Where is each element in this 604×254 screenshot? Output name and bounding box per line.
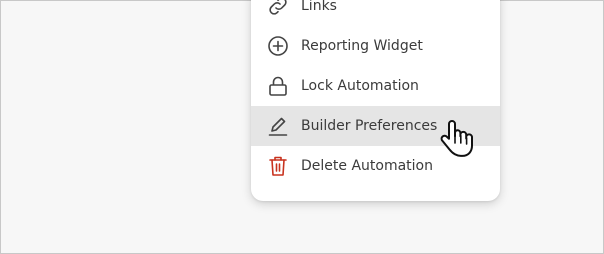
- menu-item-label: Links: [301, 0, 337, 14]
- menu-item-label: Delete Automation: [301, 158, 433, 174]
- menu-item-reporting-widget[interactable]: Reporting Widget: [251, 26, 500, 66]
- menu-item-label: Builder Preferences: [301, 118, 438, 134]
- menu-item-lock-automation[interactable]: Lock Automation: [251, 66, 500, 106]
- trash-icon: [266, 154, 290, 178]
- link-icon: [266, 0, 290, 18]
- menu-item-label: Lock Automation: [301, 78, 419, 94]
- pencil-icon: [266, 114, 290, 138]
- menu-item-label: Reporting Widget: [301, 38, 423, 54]
- menu-item-links[interactable]: Links: [251, 0, 500, 26]
- actions-dropdown-menu: Links Reporting Widget Lock Automation B…: [251, 0, 500, 201]
- plus-circle-icon: [266, 34, 290, 58]
- lock-icon: [266, 74, 290, 98]
- hand-pointer-cursor-icon: [440, 117, 474, 161]
